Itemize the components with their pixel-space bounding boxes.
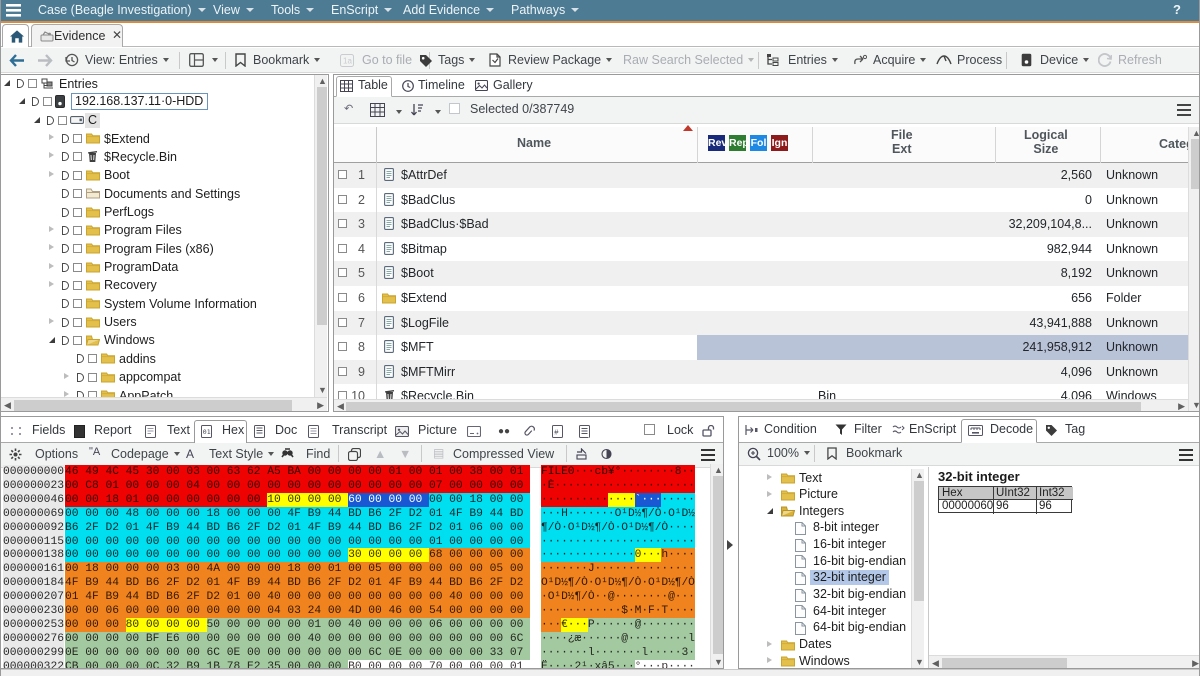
svg-text:01: 01 — [203, 428, 211, 436]
svg-text:1a: 1a — [343, 57, 352, 66]
